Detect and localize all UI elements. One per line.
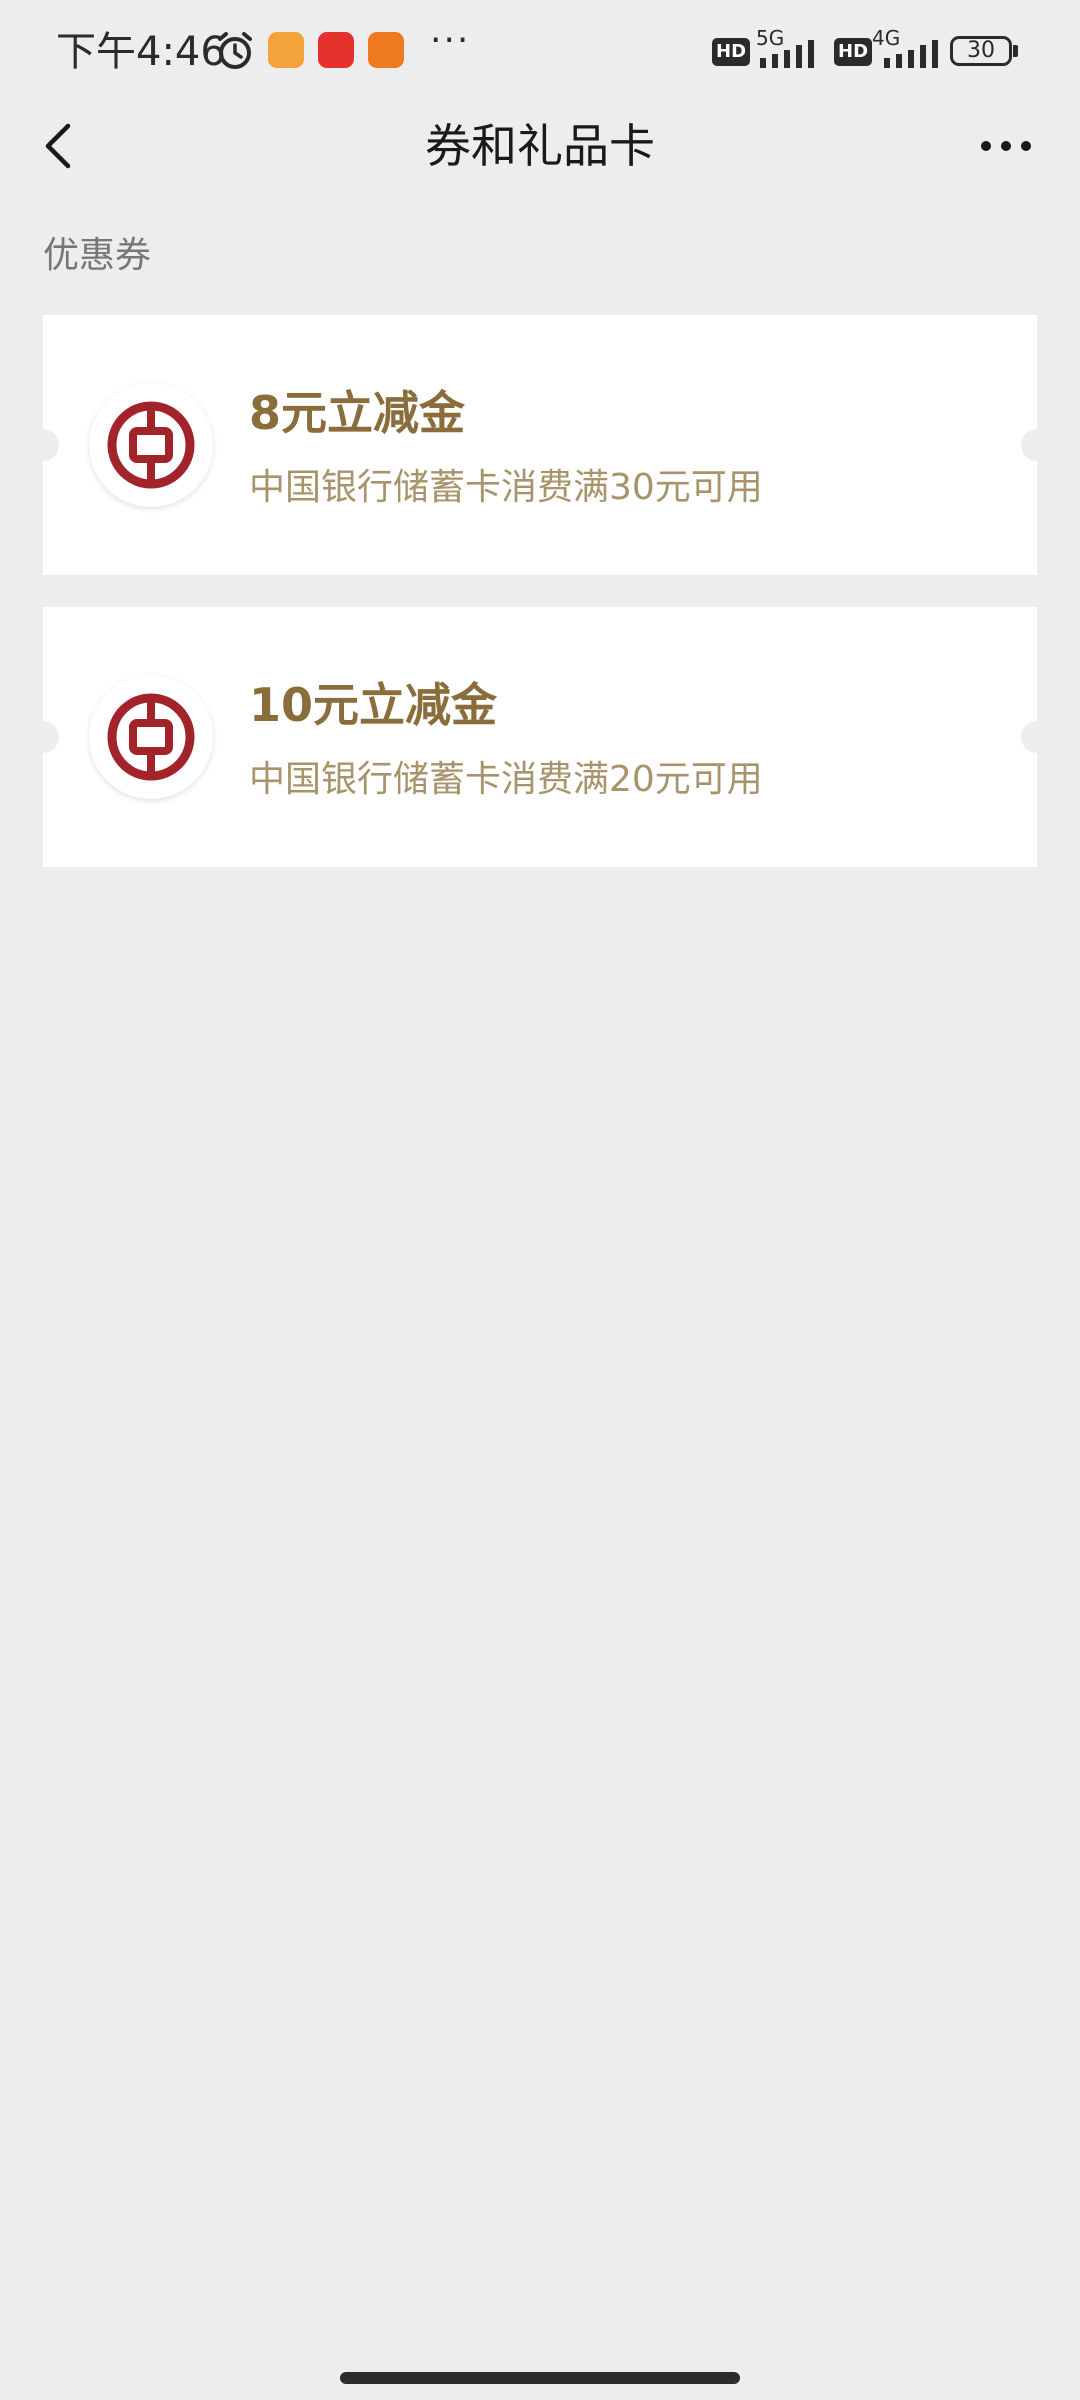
battery-indicator: 30 (950, 36, 1012, 66)
coupon-card[interactable]: 8元立减金 中国银行储蓄卡消费满30元可用 (27, 315, 1053, 575)
hd-badge: HD (834, 38, 873, 66)
bank-logo-icon (107, 693, 195, 781)
nav-bar: 券和礼品卡 (0, 100, 1080, 192)
bank-logo-icon (107, 401, 195, 489)
page-title: 券和礼品卡 (425, 119, 655, 173)
home-indicator[interactable] (340, 2372, 740, 2384)
app-notification-icon (368, 32, 404, 68)
status-bar: 下午4:46 ··· HD 5G HD 4G 30 (0, 0, 1080, 100)
section-title: 优惠券 (43, 235, 152, 276)
back-button[interactable] (28, 114, 92, 178)
bank-of-china-logo (89, 675, 213, 799)
app-notification-icon (318, 32, 354, 68)
signal-icon (882, 40, 938, 72)
coupon-notch (27, 429, 59, 461)
chevron-left-icon (45, 123, 71, 169)
coupon-title: 10元立减金 (249, 678, 498, 732)
coupon-notch (1021, 429, 1053, 461)
status-time: 下午4:46 (56, 29, 226, 75)
coupon-notch (1021, 721, 1053, 753)
signal-icon (756, 40, 824, 72)
coupon-title: 8元立减金 (249, 386, 466, 440)
bank-of-china-logo (89, 383, 213, 507)
more-dots-icon (981, 141, 1031, 151)
alarm-icon (214, 30, 256, 76)
hd-badge: HD (712, 38, 751, 66)
more-options-button[interactable] (974, 122, 1038, 170)
coupon-description: 中国银行储蓄卡消费满20元可用 (249, 759, 763, 800)
more-notifications-icon: ··· (430, 20, 471, 61)
coupon-description: 中国银行储蓄卡消费满30元可用 (249, 467, 763, 508)
battery-cap (1013, 45, 1018, 57)
coupon-notch (27, 721, 59, 753)
app-notification-icon (268, 32, 304, 68)
coupon-card[interactable]: 10元立减金 中国银行储蓄卡消费满20元可用 (27, 607, 1053, 867)
